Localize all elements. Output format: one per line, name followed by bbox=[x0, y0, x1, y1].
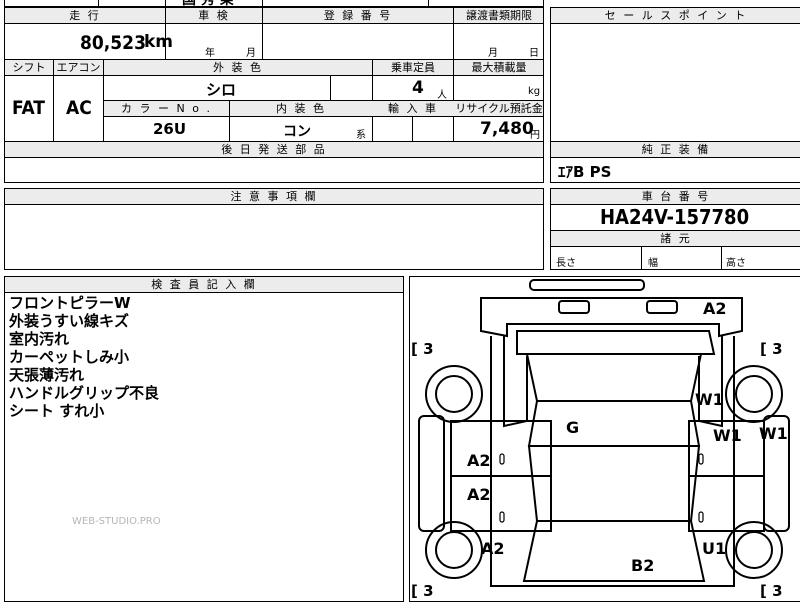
interior-suffix: 系 bbox=[356, 130, 366, 141]
max-load-unit: kg bbox=[528, 86, 541, 97]
damage-mark: B2 bbox=[631, 556, 655, 575]
transfer-month: 月 bbox=[488, 48, 498, 59]
inspector-note: 天張薄汚れ bbox=[9, 366, 85, 384]
damage-mark: W1 bbox=[713, 426, 742, 445]
sales-points-header: セ ー ル ス ポ イ ン ト bbox=[604, 9, 748, 22]
max-load-header: 最大積載量 bbox=[471, 61, 527, 74]
chassis-number: HA24V-157780 bbox=[600, 205, 750, 229]
shaken-header: 車 検 bbox=[198, 9, 230, 22]
shift-value: FAT bbox=[12, 97, 45, 119]
width-label: 幅 bbox=[648, 258, 658, 269]
shift-header: シフト bbox=[12, 61, 46, 74]
inspector-note: 室内汚れ bbox=[9, 330, 70, 348]
equipment-header: 純 正 装 備 bbox=[641, 143, 711, 156]
transfer-day: 日 bbox=[529, 48, 539, 59]
import-header: 輸 入 車 bbox=[388, 102, 438, 115]
equipment-value: ｴｱB PS bbox=[558, 163, 612, 181]
color-no-header: カ ラ ー N o . bbox=[121, 102, 212, 115]
shaken-year: 年 bbox=[205, 48, 215, 59]
mileage-value: 80,523 bbox=[80, 32, 146, 54]
tire-fr-tread: [ 3 bbox=[760, 340, 783, 358]
damage-mark: A2 bbox=[467, 451, 491, 470]
interior-color-value: コン bbox=[283, 124, 311, 140]
capacity-value: 4 bbox=[412, 78, 424, 98]
inspector-header: 検 査 員 記 入 欄 bbox=[151, 278, 257, 291]
height-label: 高さ bbox=[726, 258, 746, 269]
inspector-note: フロントピラーW bbox=[9, 294, 131, 312]
damage-mark: U1 bbox=[702, 539, 727, 558]
windshield-shape bbox=[525, 353, 703, 402]
tire-rl-tread: [ 3 bbox=[411, 582, 434, 600]
inspector-note: ハンドルグリップ不良 bbox=[9, 384, 160, 402]
inspector-note: カーペットしみ小 bbox=[9, 348, 130, 366]
damage-mark: A2 bbox=[481, 539, 505, 558]
capacity-unit: 人 bbox=[437, 90, 447, 101]
watermark: WEB-STUDIO.PRO bbox=[72, 516, 161, 527]
damage-mark: W1 bbox=[759, 424, 788, 443]
ac-value: AC bbox=[66, 97, 92, 119]
recycle-fee-value: 7,480 bbox=[480, 119, 534, 139]
inspector-note: 外装うすい線キズ bbox=[9, 312, 130, 330]
mileage-unit: km bbox=[144, 32, 174, 52]
interior-color-header: 内 装 色 bbox=[276, 102, 326, 115]
damage-mark: A2 bbox=[703, 299, 727, 318]
transfer-deadline-header: 譲渡書類期限 bbox=[466, 9, 532, 22]
dimensions-header: 諸 元 bbox=[660, 232, 692, 245]
top-cut-row bbox=[4, 0, 544, 7]
front-bumper-shape bbox=[529, 279, 645, 291]
tire-fl-tread: [ 3 bbox=[411, 340, 434, 358]
chassis-header: 車 台 番 号 bbox=[641, 190, 711, 203]
exterior-color-value: シロ bbox=[206, 81, 237, 99]
damage-mark: A2 bbox=[467, 485, 491, 504]
recycle-unit: 円 bbox=[530, 130, 540, 141]
exterior-color-header: 外 装 色 bbox=[213, 61, 263, 74]
later-parts-header: 後 日 発 送 部 品 bbox=[221, 143, 327, 156]
shaken-month: 月 bbox=[246, 48, 256, 59]
inspector-note: シート すれ小 bbox=[9, 402, 105, 420]
ac-header: エアコン bbox=[56, 61, 101, 74]
color-no-value: 26U bbox=[153, 120, 187, 138]
damage-mark: G bbox=[566, 418, 580, 437]
roof-shape bbox=[527, 400, 701, 447]
length-label: 長さ bbox=[556, 258, 576, 269]
mileage-header: 走 行 bbox=[69, 9, 101, 22]
tire-front-left bbox=[425, 365, 483, 423]
recycle-header: リサイクル預託金 bbox=[455, 102, 543, 115]
tire-rr-tread: [ 3 bbox=[760, 582, 783, 600]
registration-header: 登 録 番 号 bbox=[323, 9, 393, 22]
capacity-header: 乗車定員 bbox=[391, 61, 435, 74]
caution-header: 注 意 事 項 欄 bbox=[230, 190, 318, 203]
damage-mark: W1 bbox=[695, 390, 724, 409]
